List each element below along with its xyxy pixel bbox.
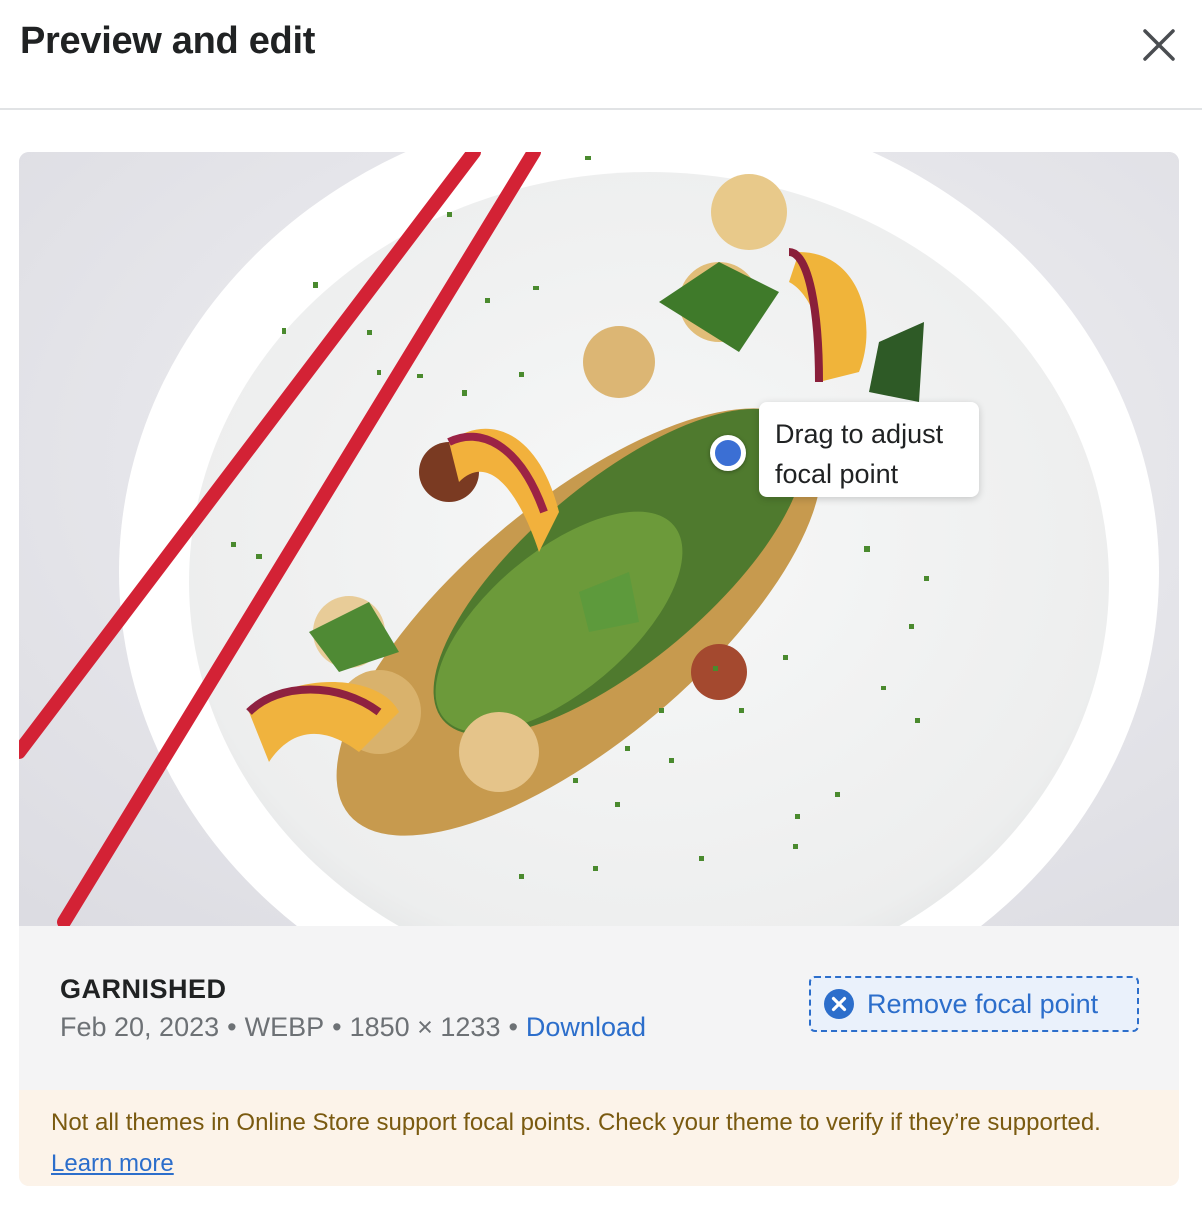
focal-point-warning-banner: Not all themes in Online Store support f… [19,1090,1179,1186]
meta-separator: • [508,1012,518,1042]
image-card: Drag to adjust focal point GARNISHED Feb… [19,152,1179,1186]
file-date: Feb 20, 2023 [60,1012,220,1042]
tooltip-line-1: Drag to adjust [775,419,944,449]
learn-more-link[interactable]: Learn more [51,1150,174,1177]
meta-separator: • [227,1012,237,1042]
file-info: GARNISHED Feb 20, 2023 • WEBP • 1850 × 1233 •… [19,926,1179,1090]
image-preview[interactable]: Drag to adjust focal point [19,152,1179,926]
file-name: GARNISHED [60,974,227,1004]
file-format: WEBP [244,1012,325,1042]
remove-focal-point-label: Remove focal point [867,988,1099,1019]
file-meta: Feb 20, 2023 • WEBP • 1850 × 1233 • Download [60,1012,646,1043]
focal-point-handle[interactable] [710,435,746,471]
food-photo [19,152,1179,926]
download-link[interactable]: Download [526,1012,646,1042]
close-button[interactable] [1136,22,1182,68]
close-icon [1143,29,1175,61]
modal-header: Preview and edit [0,0,1202,110]
meta-separator: • [332,1012,342,1042]
page-title: Preview and edit [20,20,316,62]
file-dimensions: 1850 × 1233 [349,1012,501,1042]
tooltip-line-2: focal point [775,459,899,489]
circle-x-icon [824,989,854,1019]
focal-point-tooltip: Drag to adjust focal point [759,402,979,497]
preview-edit-modal: Preview and edit Drag to adjust focal po… [0,0,1202,1210]
banner-text: Not all themes in Online Store support f… [51,1109,1101,1136]
remove-focal-point-button[interactable]: Remove focal point [809,976,1139,1032]
